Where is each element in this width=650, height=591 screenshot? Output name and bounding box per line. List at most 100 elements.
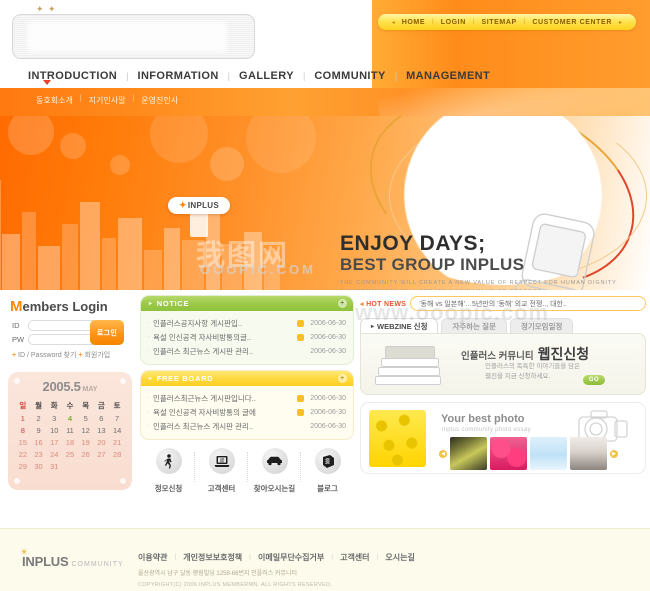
plus-icon: + (12, 352, 17, 359)
quick-link-blog[interactable]: 블로그 (301, 448, 354, 496)
calendar-day[interactable]: 31 (46, 461, 62, 473)
footer-link-privacy[interactable]: 개인정보보호정책 (183, 552, 242, 563)
calendar-weekday-fri: 금 (97, 401, 105, 410)
calendar-day[interactable]: 10 (46, 424, 62, 436)
free-board-row[interactable]: · 인플러스 최근뉴스 게시판 관리.. 2006-06-30 (148, 419, 346, 433)
notice-row[interactable]: · 욕설 인신공격 자사비방통의글.. 2006-06-30 (148, 330, 346, 344)
calendar-day[interactable]: 9 (31, 424, 47, 436)
subnav-item-greeting[interactable]: 지기인사말 (89, 95, 126, 106)
webzine-go-button[interactable]: GO (583, 375, 605, 385)
calendar-day[interactable]: 29 (15, 461, 31, 473)
join-membership-link[interactable]: 회원가입 (84, 352, 110, 359)
calendar-day-today[interactable]: 4 (62, 412, 78, 424)
login-submit-button[interactable]: 로그인 (90, 320, 124, 345)
tab-webzine[interactable]: ▸ WEBZINE 신청 (360, 318, 439, 334)
quick-link-directions[interactable]: 찾아오시는길 (248, 448, 301, 496)
featured-photo[interactable] (369, 410, 426, 467)
hot-news-ticker[interactable]: '동해 vs 일본해'…5년만의 '동해' 외교 전쟁.., 대한.. (410, 296, 646, 311)
notice-more-button[interactable]: + (338, 299, 347, 308)
tab-faq[interactable]: 자주하는 질문 (441, 318, 507, 334)
free-board-header: ▸ FREE BOARD + (141, 371, 353, 386)
hero-subtitle-line2: THE COMMUNITY WILL CREATE A NEW VALUE OF… (340, 288, 617, 290)
calendar-week-row: 29 30 31 (15, 461, 125, 473)
calendar-day[interactable]: 3 (46, 412, 62, 424)
tab-webzine-label: WEBZINE 신청 (377, 322, 428, 331)
photo-thumbnail[interactable] (570, 437, 607, 470)
calendar-day[interactable]: 1 (15, 412, 31, 424)
notice-row[interactable]: · 인플러스공지사항 게시판입.. 2006-06-30 (148, 316, 346, 330)
calendar-day[interactable]: 11 (62, 424, 78, 436)
calendar-day[interactable]: 28 (109, 449, 125, 461)
photo-thumbnail[interactable] (490, 437, 527, 470)
calendar-day[interactable]: 7 (109, 412, 125, 424)
calendar-day[interactable]: 13 (94, 424, 110, 436)
calendar-day[interactable]: 26 (78, 449, 94, 461)
subnav-item-about[interactable]: 동호회소개 (36, 95, 73, 106)
free-board-row[interactable]: · 인플러스최근뉴스 게시판입니다.. 2006-06-30 (148, 391, 346, 405)
calendar-day[interactable]: 16 (31, 436, 47, 448)
inplus-badge[interactable]: ✦ INPLUS (168, 197, 230, 214)
calendar-day[interactable]: 2 (31, 412, 47, 424)
calendar-day[interactable]: 20 (94, 436, 110, 448)
calendar-day[interactable]: 25 (62, 449, 78, 461)
footer-logo[interactable]: INPLUS COMMUNITY (22, 553, 124, 571)
main-navigation: INTRODUCTION | INFORMATION | GALLERY | C… (28, 70, 490, 82)
subnav-item-staff[interactable]: 운영진인사 (141, 95, 178, 106)
photo-thumbnail[interactable] (530, 437, 567, 470)
login-pw-input[interactable] (28, 334, 98, 345)
calendar-day[interactable]: 14 (109, 424, 125, 436)
notice-row[interactable]: · 인플러스 최근뉴스 게시판 관리.. 2006-06-30 (148, 344, 346, 358)
hot-news-label-text: HOT NEWS (366, 300, 407, 308)
calendar-day[interactable]: 21 (109, 436, 125, 448)
footer-link-customer-center[interactable]: 고객센터 (340, 552, 369, 563)
nav-item-gallery[interactable]: GALLERY (239, 70, 294, 82)
bullet-icon: · (148, 334, 150, 340)
calendar-day[interactable]: 15 (15, 436, 31, 448)
free-board-list: · 인플러스최근뉴스 게시판입니다.. 2006-06-30 · 욕설 인신공격… (141, 386, 353, 439)
topnav-item-login[interactable]: LOGIN (441, 19, 466, 26)
calendar-day[interactable]: 12 (78, 424, 94, 436)
calendar-day[interactable]: 5 (78, 412, 94, 424)
free-board-row-title: 인플러스 최근뉴스 게시판 관리.. (153, 421, 254, 431)
site-logo-placeholder[interactable] (12, 14, 255, 59)
right-panel-tabs: ▸ WEBZINE 신청 자주하는 질문 정기모임일정 (360, 318, 646, 334)
calendar-day (62, 461, 78, 473)
photo-prev-button[interactable]: ◀ (439, 449, 447, 458)
quick-link-meeting[interactable]: 정모신청 (142, 448, 195, 496)
free-board-row[interactable]: · 욕설 인신공격 자사비방통의 글에 2006-06-30 (148, 405, 346, 419)
free-board-more-button[interactable]: + (338, 374, 347, 383)
calendar-day[interactable]: 19 (78, 436, 94, 448)
photo-next-button[interactable]: ▶ (610, 449, 618, 458)
calendar-day[interactable]: 27 (94, 449, 110, 461)
calendar-day[interactable]: 23 (31, 449, 47, 461)
topnav-item-sitemap[interactable]: SITEMAP (481, 19, 516, 26)
chevron-right-icon: ▸ (371, 324, 375, 330)
footer-link-terms[interactable]: 이용약관 (138, 552, 167, 563)
login-id-input[interactable] (28, 320, 98, 331)
tab-faq-label: 자주하는 질문 (452, 322, 496, 331)
quick-link-customer-center[interactable]: @ 고객센터 (195, 448, 248, 496)
calendar-title: 2005.5 MAY (15, 378, 125, 396)
calendar-day[interactable]: 17 (46, 436, 62, 448)
calendar-day[interactable]: 8 (15, 424, 31, 436)
calendar-day[interactable]: 30 (31, 461, 47, 473)
nav-item-introduction[interactable]: INTRODUCTION (28, 70, 117, 82)
nav-item-community[interactable]: COMMUNITY (314, 70, 385, 82)
tab-meeting-schedule[interactable]: 정기모임일정 (509, 318, 574, 334)
nav-item-information[interactable]: INFORMATION (137, 70, 218, 82)
calendar-day[interactable]: 24 (46, 449, 62, 461)
topnav-item-customer-center[interactable]: CUSTOMER CENTER (532, 19, 612, 26)
footer-link-email-refusal[interactable]: 이메일무단수집거부 (258, 552, 324, 563)
topnav-item-home[interactable]: HOME (402, 19, 425, 26)
find-id-password-link[interactable]: ID / Password 찾기 (18, 352, 76, 359)
calendar-day[interactable]: 6 (94, 412, 110, 424)
footer-link-directions[interactable]: 오시는길 (385, 552, 414, 563)
calendar-day[interactable]: 22 (15, 449, 31, 461)
calendar-day[interactable]: 18 (62, 436, 78, 448)
nav-item-management[interactable]: MANAGEMENT (406, 70, 490, 82)
webzine-title-row: 인플러스 커뮤니티 웹진신청 (461, 344, 589, 364)
notice-board-title: NOTICE (156, 299, 190, 308)
sparkle-icon: ✦ ✦ (36, 4, 57, 14)
login-id-label: ID (12, 321, 20, 330)
photo-thumbnail[interactable] (450, 437, 487, 470)
